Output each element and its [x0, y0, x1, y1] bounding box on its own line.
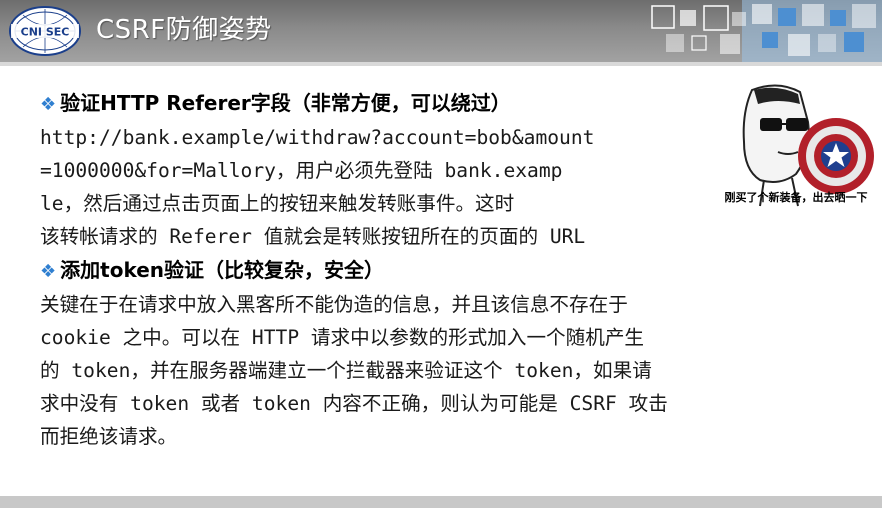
logo-text: CNI SEC: [21, 26, 70, 39]
section-heading: ❖ 验证HTTP Referer字段（非常方便，可以绕过）: [40, 86, 760, 121]
header-divider: [0, 62, 882, 66]
text-line: cookie 之中。可以在 HTTP 请求中以参数的形式加入一个随机产生: [40, 326, 645, 349]
paragraph: 关键在于在请求中放入黑客所不能伪造的信息，并且该信息不存在于 cookie 之中…: [40, 288, 760, 453]
section-heading: ❖ 添加token验证（比较复杂，安全）: [40, 253, 760, 288]
text-line: 关键在于在请求中放入黑客所不能伪造的信息，并且该信息不存在于: [40, 293, 628, 316]
slide-content: ❖ 验证HTTP Referer字段（非常方便，可以绕过） http://bank…: [40, 86, 760, 453]
diamond-bullet-icon: ❖: [40, 94, 57, 115]
text-line: 求中没有 token 或者 token 内容不正确，则认为可能是 CSRF 攻击: [40, 392, 668, 415]
heading-text: 添加token验证（比较复杂，安全）: [60, 258, 385, 282]
meme-caption: 刚买了个新装备，出去晒一下: [724, 191, 868, 204]
text-line: =1000000&for=Mallory，用户必须先登陆 bank.examp: [40, 159, 563, 182]
decorative-squares: [651, 0, 882, 62]
heading-text: 验证HTTP Referer字段（非常方便，可以绕过）: [60, 91, 511, 115]
paragraph: http://bank.example/withdraw?account=bob…: [40, 121, 760, 253]
text-line: 的 token，并在服务器端建立一个拦截器来验证这个 token，如果请: [40, 359, 652, 382]
slide-title: CSRF防御姿势: [96, 15, 272, 45]
slide-footer: [0, 496, 882, 508]
text-line: 而拒绝该请求。: [40, 425, 178, 448]
text-line: 该转帐请求的 Referer 值就会是转账按钮所在的页面的 URL: [40, 225, 586, 248]
text-line: http://bank.example/withdraw?account=bob…: [40, 126, 595, 149]
captain-america-shield-icon: [798, 118, 874, 194]
slide-header: CNI SEC CSRF防御姿势: [0, 0, 882, 62]
cni-sec-logo: CNI SEC: [9, 6, 81, 56]
diamond-bullet-icon: ❖: [40, 261, 57, 282]
text-line: le，然后通过点击页面上的按钮来触发转账事件。这时: [40, 192, 515, 215]
